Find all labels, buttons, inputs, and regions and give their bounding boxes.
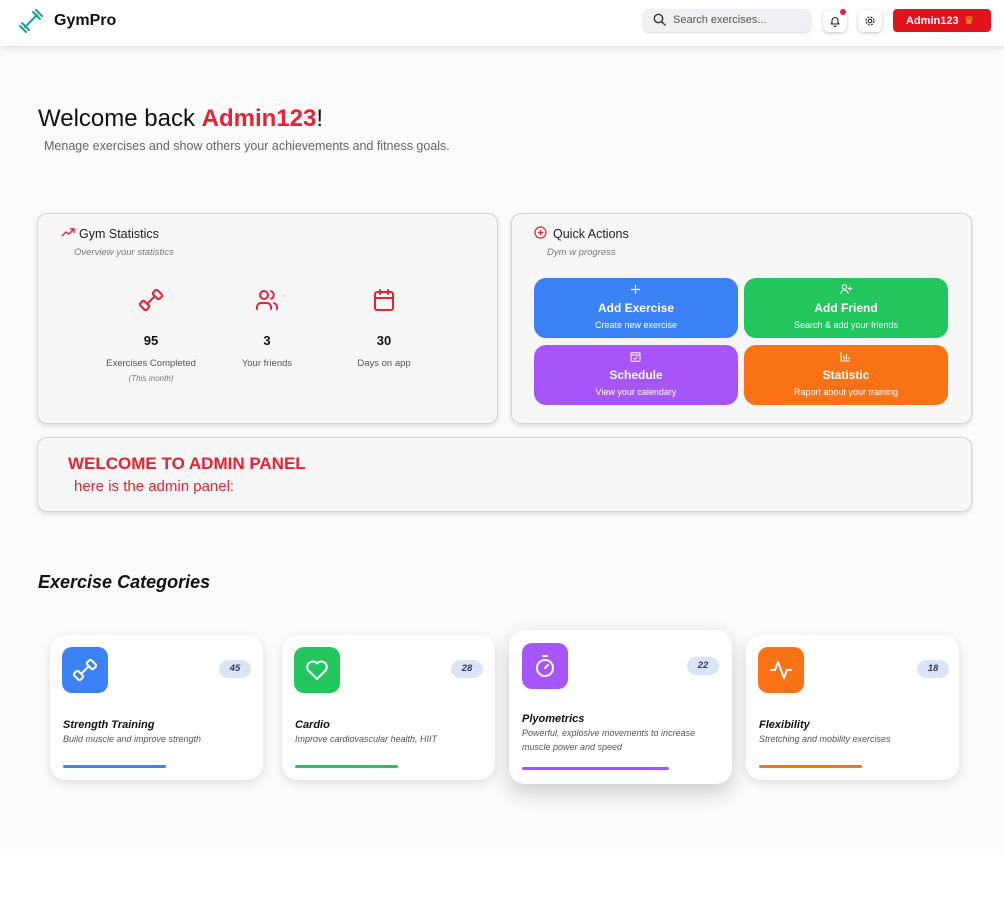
category-icon-box [62,647,108,693]
category-description: Stretching and mobility exercises [759,734,891,744]
category-card-flexibility[interactable]: 18 Flexibility Stretching and mobility e… [746,635,959,780]
category-icon-box [294,647,340,693]
activity-icon [770,661,792,679]
heart-icon [306,660,328,680]
category-card-plyometrics[interactable]: 22 Plyometrics Powerful, explosive movem… [509,630,732,784]
action-title: Add Exercise [597,301,675,315]
add-exercise-button[interactable]: Add Exercise Create new exercise [534,278,738,338]
stat-label: Exercises Completed [106,358,196,369]
dumbbell-icon [73,658,97,682]
dumbbell-logo-icon[interactable] [17,7,45,35]
plus-icon [631,285,640,294]
category-name: Flexibility [759,719,810,731]
welcome-subtitle: Menage exercises and show others your ac… [44,139,450,153]
stopwatch-icon [536,655,554,677]
category-count-badge: 18 [917,660,949,678]
category-count-badge: 22 [687,657,719,675]
category-progress-bar [759,765,862,768]
user-menu-button[interactable]: Admin123 ♛ [893,9,991,32]
trending-up-icon [61,228,75,237]
category-progress-bar [522,767,669,770]
admin-panel-subtitle: here is the admin panel: [74,478,235,495]
action-subtitle: Create new exercise [594,320,678,330]
action-title: Statistic [822,368,870,382]
category-progress-bar [63,765,166,768]
category-name: Cardio [295,719,330,731]
crown-icon: ♛ [964,15,974,27]
plus-circle-icon [534,226,547,239]
calendar-check-icon [630,352,641,362]
category-count-badge: 45 [219,660,251,678]
category-card-cardio[interactable]: 28 Cardio Improve cardiovascular health,… [282,635,495,780]
gear-icon [865,16,875,26]
schedule-button[interactable]: Schedule View your calendary [534,345,738,405]
welcome-username: Admin123 [201,105,317,132]
users-icon [256,290,278,310]
search-icon [653,13,666,26]
category-description: Build muscle and improve strength [63,734,202,744]
add-friend-button[interactable]: Add Friend Search & add your friends [744,278,948,338]
notifications-button[interactable] [823,9,847,32]
stat-value: 3 [263,333,271,348]
category-description: Powerful, explosive movements to increas… [522,728,696,752]
stat-note: (This month) [128,374,174,383]
action-subtitle: Raport about your training [793,387,899,397]
notification-dot [840,9,846,15]
stat-label: Days on app [357,358,411,369]
quick-actions-subtitle: Dym w progress [547,247,616,258]
category-name: Plyometrics [522,713,585,725]
action-title: Schedule [609,368,663,382]
stats-card-title: Gym Statistics [79,227,159,241]
category-name: Strength Training [63,719,155,731]
gym-statistics-card: Gym Statistics Overview your statistics … [37,213,498,424]
user-plus-icon [840,284,852,295]
stat-label: Your friends [241,358,293,369]
category-icon-box [522,643,568,689]
stat-value: 95 [143,333,159,348]
quick-actions-card: Quick Actions Dym w progress Add Exercis… [511,213,972,424]
top-navigation-bar: GymPro Search exercises... Admin123 ♛ [0,0,1004,46]
settings-button[interactable] [858,10,882,32]
category-card-strength[interactable]: 45 Strength Training Build muscle and im… [50,635,263,780]
search-placeholder: Search exercises... [673,14,767,26]
stats-card-subtitle: Overview your statistics [74,247,174,258]
categories-heading: Exercise Categories [38,572,211,592]
bell-icon [830,17,840,27]
action-subtitle: Search & add your friends [793,320,899,330]
user-name-label: Admin123 [906,15,959,27]
stat-value: 30 [376,333,392,348]
category-icon-box [758,647,804,693]
bar-chart-icon [840,352,850,362]
search-input[interactable]: Search exercises... [643,9,811,32]
action-subtitle: View your calendary [595,387,677,397]
dumbbell-icon [139,288,163,312]
category-progress-bar [295,765,398,768]
action-title: Add Friend [814,301,878,315]
quick-actions-title: Quick Actions [553,227,629,241]
statistic-button[interactable]: Statistic Raport about your training [744,345,948,405]
brand-name[interactable]: GymPro [54,12,116,30]
category-description: Improve cardiovascular health, HIIT [295,734,438,744]
calendar-icon [374,289,394,311]
welcome-heading: Welcome back Admin123! [38,105,323,132]
admin-panel-banner [37,437,972,512]
category-count-badge: 28 [451,660,483,678]
admin-panel-title: WELCOME TO ADMIN PANEL [68,454,306,473]
